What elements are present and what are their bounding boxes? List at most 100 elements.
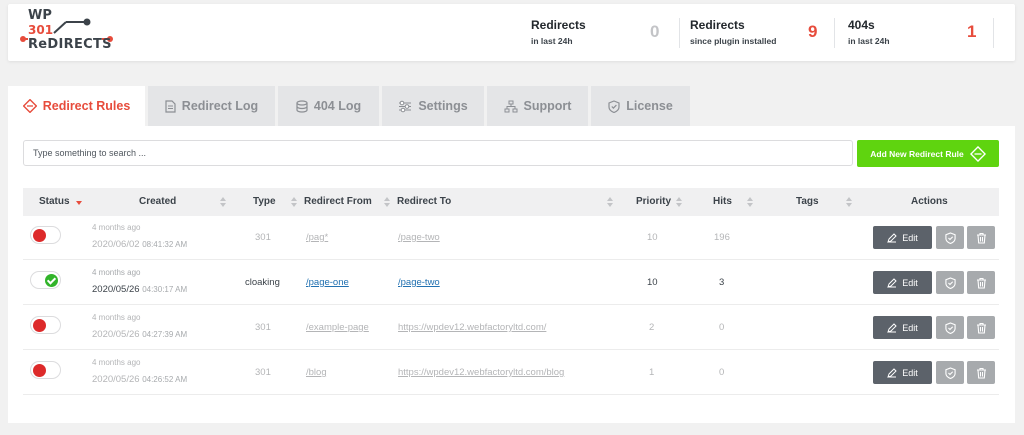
hits-value: 0	[719, 322, 725, 333]
tab-404-log[interactable]: 404 Log	[278, 86, 379, 126]
stat-sub: in last 24h	[848, 36, 890, 46]
table-row: 4 months ago 2020/05/26 04:30:17 AM cloa…	[23, 261, 999, 305]
delete-button[interactable]	[967, 226, 995, 249]
toggle-rule-button[interactable]	[936, 316, 964, 339]
shield-check-icon	[944, 276, 956, 289]
add-new-redirect-rule-button[interactable]: Add New Redirect Rule	[857, 140, 999, 167]
redirect-to-link[interactable]: https://wpdev12.webfactoryltd.com/blog	[398, 367, 564, 378]
sort-icon	[676, 197, 682, 207]
created-ago: 4 months ago	[92, 268, 141, 277]
sort-icon	[220, 197, 226, 207]
toggle-rule-button[interactable]	[936, 271, 964, 294]
stat-value: 9	[808, 22, 818, 41]
column-status[interactable]: Status	[39, 188, 70, 216]
table-row: 4 months ago 2020/05/26 04:27:39 AM 301 …	[23, 306, 999, 350]
created-date: 2020/05/26 04:30:17 AM	[92, 284, 188, 295]
column-redirect-to[interactable]: Redirect To	[397, 188, 451, 216]
tab-settings[interactable]: Settings	[382, 86, 484, 126]
diamond-arrows-icon	[22, 99, 37, 113]
sort-icon	[747, 197, 753, 207]
sort-icon	[607, 197, 613, 207]
add-button-label: Add New Redirect Rule	[870, 148, 964, 159]
tab-redirect-log[interactable]: Redirect Log	[148, 86, 275, 126]
pencil-icon	[887, 367, 897, 378]
tab-label: 404 Log	[313, 99, 362, 113]
status-toggle[interactable]	[30, 361, 61, 379]
edit-button[interactable]: Edit	[873, 226, 932, 249]
redirect-rules-panel: Add New Redirect Rule Status Created Typ…	[8, 126, 1015, 423]
trash-icon	[976, 367, 986, 379]
created-ago: 4 months ago	[92, 358, 141, 367]
rule-type: 301	[255, 367, 271, 378]
edit-button[interactable]: Edit	[873, 361, 932, 384]
edit-label: Edit	[902, 277, 918, 288]
tab-label: Redirect Rules	[42, 99, 131, 113]
status-toggle[interactable]	[30, 226, 61, 244]
redirect-from-link[interactable]: /page-one	[306, 277, 349, 288]
rule-type: 301	[255, 322, 271, 333]
redirect-from-link[interactable]: /blog	[306, 367, 327, 378]
column-type[interactable]: Type	[253, 188, 276, 216]
delete-button[interactable]	[967, 361, 995, 384]
sort-desc-icon	[76, 201, 82, 207]
tab-label: License	[626, 99, 673, 113]
table-row: 4 months ago 2020/06/02 08:41:32 AM 301 …	[23, 216, 999, 260]
delete-button[interactable]	[967, 316, 995, 339]
tab-label: Redirect Log	[181, 99, 259, 113]
pencil-icon	[887, 277, 897, 288]
stat-value: 0	[650, 22, 660, 41]
rule-type: 301	[255, 232, 271, 243]
trash-icon	[976, 322, 986, 334]
tab-support[interactable]: Support	[487, 86, 588, 126]
redirect-to-link[interactable]: /page-two	[398, 277, 440, 288]
edit-label: Edit	[902, 232, 918, 243]
tab-license[interactable]: License	[591, 86, 690, 126]
edit-label: Edit	[902, 322, 918, 333]
toggle-rule-button[interactable]	[936, 361, 964, 384]
column-priority[interactable]: Priority	[636, 188, 671, 216]
stat-sub: in last 24h	[531, 36, 573, 46]
shield-check-icon	[944, 366, 956, 379]
redirect-to-link[interactable]: https://wpdev12.webfactoryltd.com/	[398, 322, 546, 333]
edit-button[interactable]: Edit	[873, 271, 932, 294]
table-row: 4 months ago 2020/05/26 04:26:52 AM 301 …	[23, 351, 999, 395]
column-actions: Actions	[911, 196, 948, 207]
column-redirect-from[interactable]: Redirect From	[304, 188, 372, 216]
trash-icon	[976, 232, 986, 244]
diamond-arrows-icon	[969, 145, 986, 162]
edit-button[interactable]: Edit	[873, 316, 932, 339]
created-date: 2020/05/26 04:27:39 AM	[92, 329, 188, 340]
status-toggle[interactable]	[30, 316, 61, 334]
divider	[993, 18, 994, 48]
stat-value: 1	[967, 22, 977, 41]
divider	[679, 18, 680, 48]
column-tags[interactable]: Tags	[796, 188, 819, 216]
status-toggle[interactable]	[30, 271, 61, 289]
hits-value: 0	[719, 367, 725, 378]
shield-check-icon	[608, 99, 620, 113]
hits-value: 196	[714, 232, 730, 243]
created-ago: 4 months ago	[92, 223, 141, 232]
rule-type: cloaking	[245, 277, 280, 288]
logo-text-wp: WP	[28, 8, 52, 23]
shield-check-icon	[944, 321, 956, 334]
edit-label: Edit	[902, 367, 918, 378]
delete-button[interactable]	[967, 271, 995, 294]
redirect-to-link[interactable]: /page-two	[398, 232, 440, 243]
stats-header: WP 301 ReDIRECTS Redirects in last 24h 0…	[8, 4, 1015, 61]
stat-redirects-total: Redirects since plugin installed 9	[690, 4, 830, 61]
column-hits[interactable]: Hits	[713, 188, 732, 216]
stat-redirects-24h: Redirects in last 24h 0	[531, 4, 666, 61]
redirect-from-link[interactable]: /example-page	[306, 322, 369, 333]
sliders-icon	[399, 100, 412, 112]
column-created[interactable]: Created	[139, 188, 176, 216]
redirect-from-link[interactable]: /pag*	[306, 232, 328, 243]
stat-label: 404s	[848, 18, 875, 32]
stat-404s-24h: 404s in last 24h 1	[848, 4, 988, 61]
search-input[interactable]	[23, 140, 853, 166]
toggle-rule-button[interactable]	[936, 226, 964, 249]
tab-redirect-rules[interactable]: Redirect Rules	[8, 86, 145, 126]
stat-label: Redirects	[531, 18, 586, 32]
sort-icon	[846, 197, 852, 207]
pencil-icon	[887, 322, 897, 333]
